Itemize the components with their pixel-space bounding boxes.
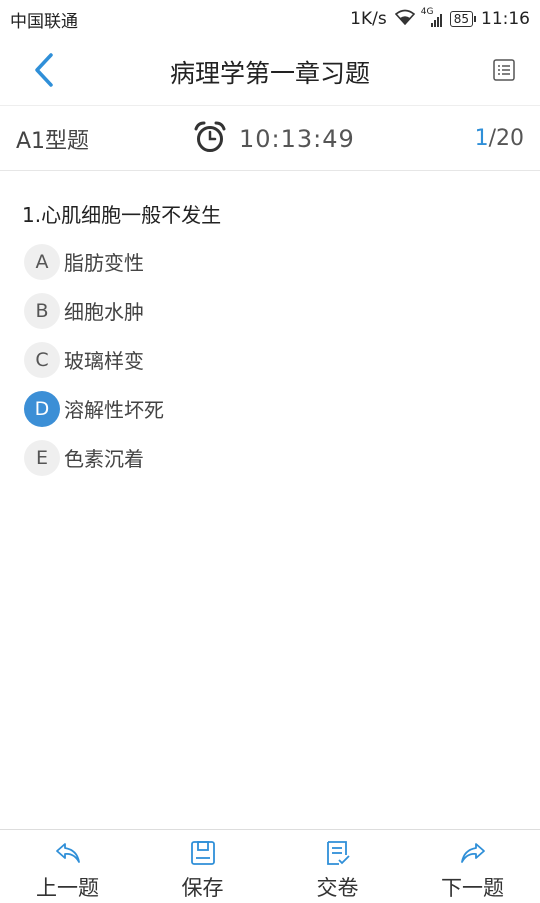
battery-icon: 85 (449, 11, 477, 27)
prev-label: 上一题 (36, 876, 99, 900)
current-question: 1 (474, 126, 489, 151)
next-label: 下一题 (441, 876, 504, 900)
info-bar: A1型题 10:13:49 1/20 (0, 107, 540, 171)
save-button[interactable]: 保存 (135, 830, 270, 903)
option-letter: E (24, 439, 60, 476)
status-bar: 中国联通 1K/s 4G 85 11:16 (0, 0, 540, 38)
back-button[interactable] (24, 52, 64, 92)
option-d[interactable]: D 溶解性坏死 (24, 390, 164, 427)
prev-question-button[interactable]: 上一题 (0, 830, 135, 903)
option-letter: A (24, 243, 60, 280)
option-text: 玻璃样变 (64, 349, 144, 373)
option-letter-selected: D (24, 390, 60, 427)
clock: 11:16 (481, 9, 530, 29)
network-speed: 1K/s (350, 9, 387, 29)
signal-icon: 4G (421, 7, 442, 27)
submit-label: 交卷 (316, 876, 359, 900)
submit-paper-button[interactable]: 交卷 (270, 830, 405, 903)
battery-level: 85 (453, 12, 469, 26)
page-title: 病理学第一章习题 (169, 58, 370, 88)
options-list: A 脂肪变性 B 细胞水肿 C 玻璃样变 D 溶解性坏死 E 色素沉着 (24, 243, 164, 488)
option-letter: B (24, 292, 60, 329)
option-letter: C (24, 341, 60, 378)
answer-card-button[interactable] (490, 58, 518, 86)
title-bar: 病理学第一章习题 (0, 38, 540, 106)
timer: 10:13:49 (193, 120, 355, 158)
network-type: 4G (420, 7, 434, 17)
question-text: 1.心肌细胞一般不发生 (22, 203, 222, 227)
option-text: 色素沉着 (64, 447, 144, 471)
checklist-icon (323, 838, 353, 868)
option-text: 溶解性坏死 (64, 398, 164, 422)
status-right: 1K/s 4G 85 11:16 (350, 7, 530, 30)
carrier-label: 中国联通 (10, 11, 78, 32)
bottom-toolbar: 上一题 保存 交卷 下一题 (0, 829, 540, 903)
next-question-button[interactable]: 下一题 (405, 830, 540, 903)
option-text: 细胞水肿 (64, 300, 144, 324)
alarm-clock-icon (193, 120, 227, 158)
question-progress: 1/20 (475, 126, 524, 151)
save-label: 保存 (181, 876, 224, 900)
floppy-disk-icon (188, 838, 218, 868)
reply-arrow-icon (53, 838, 83, 868)
question-type: A1型题 (16, 128, 90, 154)
option-b[interactable]: B 细胞水肿 (24, 292, 164, 329)
option-e[interactable]: E 色素沉着 (24, 439, 164, 476)
chevron-left-icon (33, 52, 55, 92)
forward-arrow-icon (458, 838, 488, 868)
answer-card-icon (492, 58, 516, 86)
total-questions: /20 (488, 126, 524, 151)
wifi-icon (394, 9, 415, 30)
option-c[interactable]: C 玻璃样变 (24, 341, 164, 378)
option-a[interactable]: A 脂肪变性 (24, 243, 164, 280)
timer-text: 10:13:49 (239, 124, 355, 153)
option-text: 脂肪变性 (64, 251, 144, 275)
